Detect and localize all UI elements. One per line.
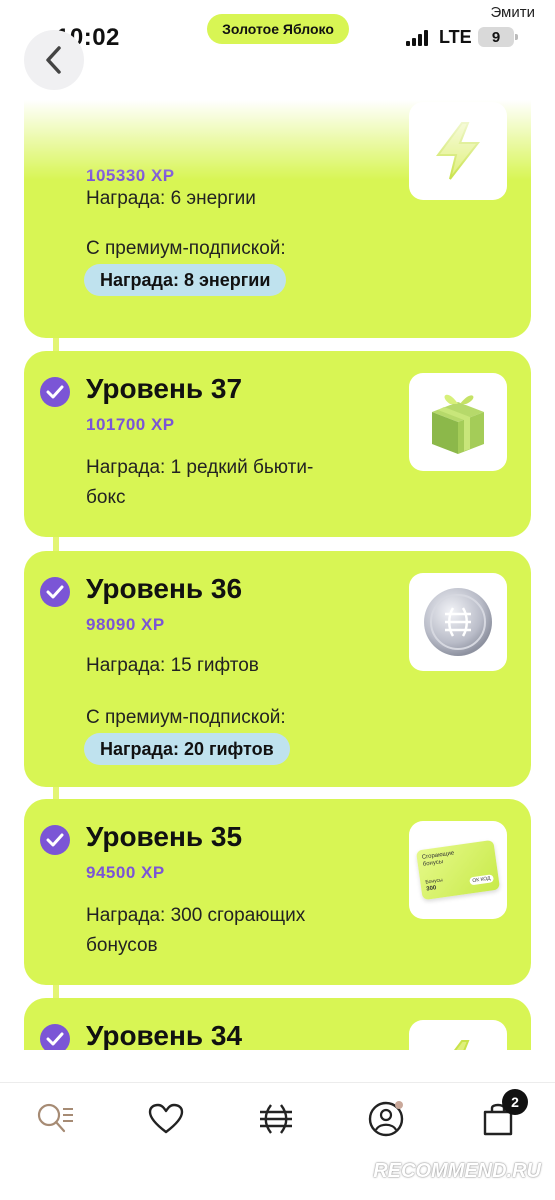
coin-icon	[424, 588, 492, 656]
scroll-fade	[0, 100, 555, 180]
level-title: Уровень 37	[86, 373, 243, 404]
chevron-left-icon	[46, 46, 61, 74]
carrier-label: Эмити	[490, 4, 535, 21]
nav-home[interactable]	[254, 1097, 298, 1141]
bonus-card-title: Сгорающие бонусы	[421, 850, 455, 868]
nav-favorites[interactable]	[144, 1097, 188, 1141]
premium-label: С премиум-подпиской:	[86, 707, 286, 728]
level-title: Уровень 34	[86, 1020, 243, 1050]
check-icon	[40, 1024, 70, 1050]
check-icon	[40, 825, 70, 855]
level-xp: 94500 XP	[86, 863, 165, 882]
cart-count-badge: 2	[502, 1089, 528, 1115]
premium-reward-badge: Награда: 8 энергии	[84, 264, 287, 296]
level-xp: 101700 XP	[86, 415, 175, 434]
check-icon	[40, 377, 70, 407]
premium-label: С премиум-подпиской:	[86, 238, 286, 259]
search-icon	[37, 1103, 73, 1133]
level-title: Уровень 35	[86, 821, 243, 852]
reward-thumb	[409, 373, 507, 471]
reward-thumb	[409, 1020, 507, 1050]
profile-icon	[368, 1101, 404, 1137]
level-card-36: Уровень 36 98090 XP Награда: 15 гифтов С…	[24, 551, 531, 787]
signal-icon	[406, 30, 430, 46]
level-reward: Награда: 6 энергии	[86, 188, 256, 209]
app-name-pill[interactable]: Золотое Яблоко	[207, 14, 349, 44]
level-reward-line2: бокс	[86, 487, 126, 508]
level-xp: 98090 XP	[86, 615, 165, 634]
level-reward: Награда: 15 гифтов	[86, 655, 259, 676]
gift-box-icon	[432, 394, 484, 454]
reward-thumb	[409, 573, 507, 671]
nav-cart[interactable]: 2	[476, 1089, 528, 1141]
brand-logo-icon	[260, 1104, 292, 1134]
level-title: Уровень 36	[86, 573, 243, 604]
premium-reward-badge: Награда: 20 гифтов	[84, 733, 290, 765]
nav-search[interactable]	[34, 1097, 78, 1141]
bonus-card-icon: Сгорающие бонусы Бонусы 300 ОК КОД	[415, 839, 501, 901]
status-bar: 10:02 Золотое Яблоко Эмити LTE 9	[0, 0, 555, 80]
lightning-icon	[454, 1040, 470, 1050]
check-icon	[40, 577, 70, 607]
bonus-card-amount: 300	[426, 885, 437, 893]
nav-profile[interactable]	[364, 1097, 408, 1141]
level-reward-line2: бонусов	[86, 935, 158, 956]
watermark: RECOMMEND.RU	[373, 1160, 541, 1182]
back-button[interactable]	[24, 30, 84, 90]
network-label: LTE	[439, 27, 472, 47]
level-card-37: Уровень 37 101700 XP Награда: 1 редкий б…	[24, 351, 531, 537]
battery-level: 9	[491, 28, 501, 46]
level-reward-line1: Награда: 1 редкий бьюти-	[86, 457, 314, 478]
bonus-card-button: ОК КОД	[468, 874, 495, 886]
level-card-34: Уровень 34	[24, 998, 531, 1050]
heart-icon	[148, 1103, 184, 1134]
battery-icon: 9	[478, 27, 518, 47]
level-reward-line1: Награда: 300 сгорающих	[86, 905, 306, 926]
reward-thumb: Сгорающие бонусы Бонусы 300 ОК КОД	[409, 821, 507, 919]
levels-list[interactable]: 105330 XP Награда: 6 энергии С премиум-п…	[0, 100, 555, 1050]
screen: 105330 XP Награда: 6 энергии С премиум-п…	[0, 0, 555, 1200]
level-card-35: Уровень 35 94500 XP Награда: 300 сгорающ…	[24, 799, 531, 985]
